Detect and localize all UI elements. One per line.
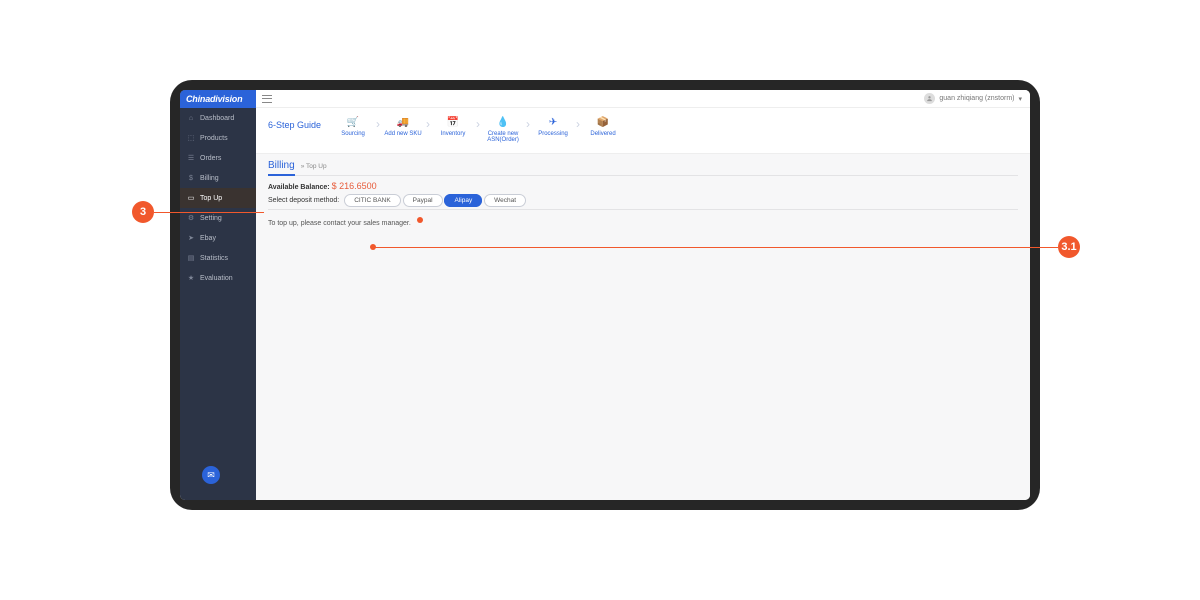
annotation-dot-3-1 [370,244,376,250]
guide-steps: 🛒 Sourcing › 🚚 Add new SKU › 📅 Inventory › 💧 Creat… [333,115,623,143]
sidebar-item-statistics-icon: ▤ [187,254,195,262]
chat-button[interactable]: ✉ [202,466,220,484]
sidebar-item-products-icon: ⬚ [187,134,195,142]
method-label: Select deposit method: [268,197,339,204]
sidebar-item-statistics[interactable]: ▤ Statistics [180,248,256,268]
chevron-right-icon: › [376,115,380,131]
guide-step-label: Add new SKU [384,131,421,137]
chevron-right-icon: › [526,115,530,131]
guide-step-label: Delivered [590,131,615,137]
guide-step-label: Create new ASN(Order) [483,131,523,143]
guide-title: 6-Step Guide [268,115,321,130]
guide-step-icon: 🛒 [346,115,360,129]
breadcrumb: » Top Up [301,163,327,170]
guide-step-icon: 📅 [446,115,460,129]
guide-strip: 6-Step Guide 🛒 Sourcing › 🚚 Add new SKU › 📅 Inv… [256,108,1030,154]
balance-value: $ 216.6500 [332,181,377,191]
guide-step-6[interactable]: 📦 Delivered [583,115,623,137]
nav-label: Evaluation [200,275,233,282]
balance-label: Available Balance: [268,184,330,191]
sidebar: Chinadivision ⌂ Dashboard ⬚ Products ☰ Orders… [180,90,256,500]
guide-step-label: Inventory [441,131,466,137]
annotation-line-3-1 [373,247,1058,248]
annotation-text: 3.1 [1061,241,1076,253]
sidebar-item-orders[interactable]: ☰ Orders [180,148,256,168]
sidebar-item-dashboard[interactable]: ⌂ Dashboard [180,108,256,128]
method-paypal[interactable]: Paypal [403,194,443,207]
sidebar-item-billing-icon: $ [187,174,195,182]
nav-label: Setting [200,215,222,222]
sidebar-item-setting[interactable]: ⚙ Setting [180,208,256,228]
page-title: Billing [268,160,295,176]
sidebar-item-evaluation-icon: ★ [187,274,195,282]
app-screen: Chinadivision ⌂ Dashboard ⬚ Products ☰ Orders… [180,90,1030,500]
brand-text: Chinadivision [186,94,242,104]
sidebar-item-topup-icon: ▭ [187,194,195,202]
guide-step-label: Sourcing [341,131,365,137]
user-menu[interactable]: guan zhiqiang (znstorm) ▾ [924,93,1022,104]
guide-step-icon: 📦 [596,115,610,129]
sidebar-item-setting-icon: ⚙ [187,214,195,222]
guide-step-3[interactable]: 📅 Inventory [433,115,473,137]
nav-label: Ebay [200,235,216,242]
chevron-down-icon: ▾ [1018,95,1022,103]
annotation-badge-3-1: 3.1 [1058,236,1080,258]
guide-step-4[interactable]: 💧 Create new ASN(Order) [483,115,523,143]
chevron-right-icon: › [426,115,430,131]
page-heading-row: Billing » Top Up [268,160,1018,176]
nav-label: Statistics [200,255,228,262]
balance-row: Available Balance: $ 216.6500 [268,181,1018,191]
user-name: guan zhiqiang (znstorm) [939,95,1014,102]
nav-label: Dashboard [200,115,234,122]
nav-label: Orders [200,155,221,162]
sidebar-item-products[interactable]: ⬚ Products [180,128,256,148]
sidebar-item-dashboard-icon: ⌂ [187,114,195,122]
nav-label: Billing [200,175,219,182]
sidebar-item-topup[interactable]: ▭ Top Up [180,188,256,208]
method-wechat[interactable]: Wechat [484,194,526,207]
nav-list: ⌂ Dashboard ⬚ Products ☰ Orders $ Billing ▭ Top U… [180,108,256,288]
guide-step-1[interactable]: 🛒 Sourcing [333,115,373,137]
annotation-badge-3: 3 [132,201,154,223]
nav-label: Products [200,135,228,142]
topup-note: To top up, please contact your sales man… [268,220,1018,227]
chat-icon: ✉ [207,470,215,481]
sidebar-item-billing[interactable]: $ Billing [180,168,256,188]
sidebar-item-evaluation[interactable]: ★ Evaluation [180,268,256,288]
sidebar-item-orders-icon: ☰ [187,154,195,162]
nav-label: Top Up [200,195,222,202]
deposit-method-row: Select deposit method: CITIC BANK Paypal… [268,197,1018,210]
topbar: guan zhiqiang (znstorm) ▾ [256,90,1030,108]
main-area: guan zhiqiang (znstorm) ▾ 6-Step Guide 🛒… [256,90,1030,500]
hamburger-icon[interactable] [262,95,272,103]
guide-step-label: Processing [538,131,568,137]
chevron-right-icon: › [476,115,480,131]
sidebar-item-ebay-icon: ➤ [187,234,195,242]
guide-step-icon: 🚚 [396,115,410,129]
annotation-dot-3 [417,217,423,223]
guide-step-5[interactable]: ✈ Processing [533,115,573,137]
chevron-right-icon: › [576,115,580,131]
guide-step-2[interactable]: 🚚 Add new SKU [383,115,423,137]
annotation-line-3 [154,212,264,213]
method-alipay[interactable]: Alipay [444,194,482,207]
annotation-text: 3 [140,206,146,218]
brand-logo[interactable]: Chinadivision [180,90,256,108]
sidebar-item-ebay[interactable]: ➤ Ebay [180,228,256,248]
guide-step-icon: ✈ [546,115,560,129]
avatar [924,93,935,104]
content: Billing » Top Up Available Balance: $ 21… [256,154,1030,233]
device-frame: Chinadivision ⌂ Dashboard ⬚ Products ☰ Orders… [170,80,1040,510]
method-citic-bank[interactable]: CITIC BANK [344,194,400,207]
guide-step-icon: 💧 [496,115,510,129]
